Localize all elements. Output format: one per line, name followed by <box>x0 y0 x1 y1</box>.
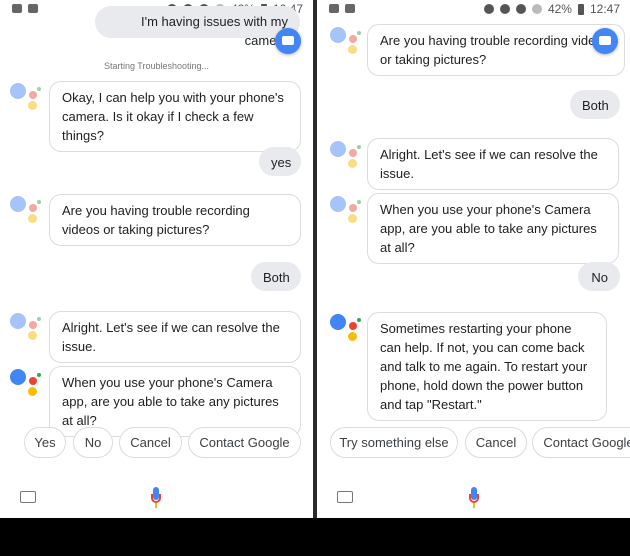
image-icon <box>329 4 339 13</box>
keyboard-icon[interactable] <box>337 491 353 503</box>
keyboard-toggle-button[interactable] <box>592 28 618 54</box>
assistant-logo-icon <box>10 369 42 399</box>
user-message: No <box>578 262 620 291</box>
assistant-logo-icon <box>10 313 42 343</box>
chip-try-something-else[interactable]: Try something else <box>330 427 458 458</box>
assistant-logo-icon <box>330 141 362 171</box>
assistant-logo-icon <box>10 83 42 113</box>
assistant-message: Alright. Let's see if we can resolve the… <box>367 138 619 190</box>
chip-no[interactable]: No <box>73 427 113 458</box>
no-sim-icon <box>531 4 542 14</box>
keyboard-icon[interactable] <box>20 491 36 503</box>
assistant-message: Sometimes restarting your phone can help… <box>367 312 607 421</box>
assistant-message: Are you having trouble recording videos … <box>367 24 625 76</box>
keyboard-toggle-button[interactable] <box>275 28 301 54</box>
image-icon <box>12 4 22 13</box>
wifi-icon <box>515 4 526 14</box>
navigation-bar <box>0 518 630 556</box>
assistant-message: Are you having trouble recording videos … <box>49 194 301 246</box>
battery-icon <box>577 3 584 15</box>
assistant-logo-icon <box>330 27 362 57</box>
assistant-message: When you use your phone's Camera app, ar… <box>367 193 619 264</box>
user-message: Both <box>570 90 620 119</box>
assistant-logo-icon <box>330 314 362 344</box>
location-icon <box>483 4 494 14</box>
mic-icon[interactable] <box>151 487 161 509</box>
right-screen: 42% 12:47 Are you having trouble recordin… <box>317 0 630 518</box>
clock: 12:47 <box>589 2 620 16</box>
dnd-icon <box>499 4 510 14</box>
mic-icon[interactable] <box>469 487 479 509</box>
left-screen: 42%12:47 I'm having issues with my camer… <box>0 0 313 518</box>
assistant-message: Alright. Let's see if we can resolve the… <box>49 311 301 363</box>
assistant-message: Okay, I can help you with your phone's c… <box>49 81 301 152</box>
assistant-logo-icon <box>330 196 362 226</box>
chip-yes[interactable]: Yes <box>24 427 66 458</box>
battery-level: 42% <box>547 2 572 16</box>
youtube-icon <box>28 4 38 13</box>
user-message: yes <box>259 147 301 176</box>
user-message: Both <box>251 262 301 291</box>
chip-cancel[interactable]: Cancel <box>119 427 182 458</box>
system-note: Starting Troubleshooting... <box>103 61 210 71</box>
chip-cancel[interactable]: Cancel <box>465 427 527 458</box>
chip-contact-google[interactable]: Contact Google <box>532 427 630 458</box>
status-bar: 42% 12:47 <box>317 0 630 18</box>
youtube-icon <box>345 4 355 13</box>
user-message: I'm having issues with my camera <box>95 6 300 48</box>
assistant-logo-icon <box>10 196 42 226</box>
chip-contact-google[interactable]: Contact Google <box>188 427 301 458</box>
